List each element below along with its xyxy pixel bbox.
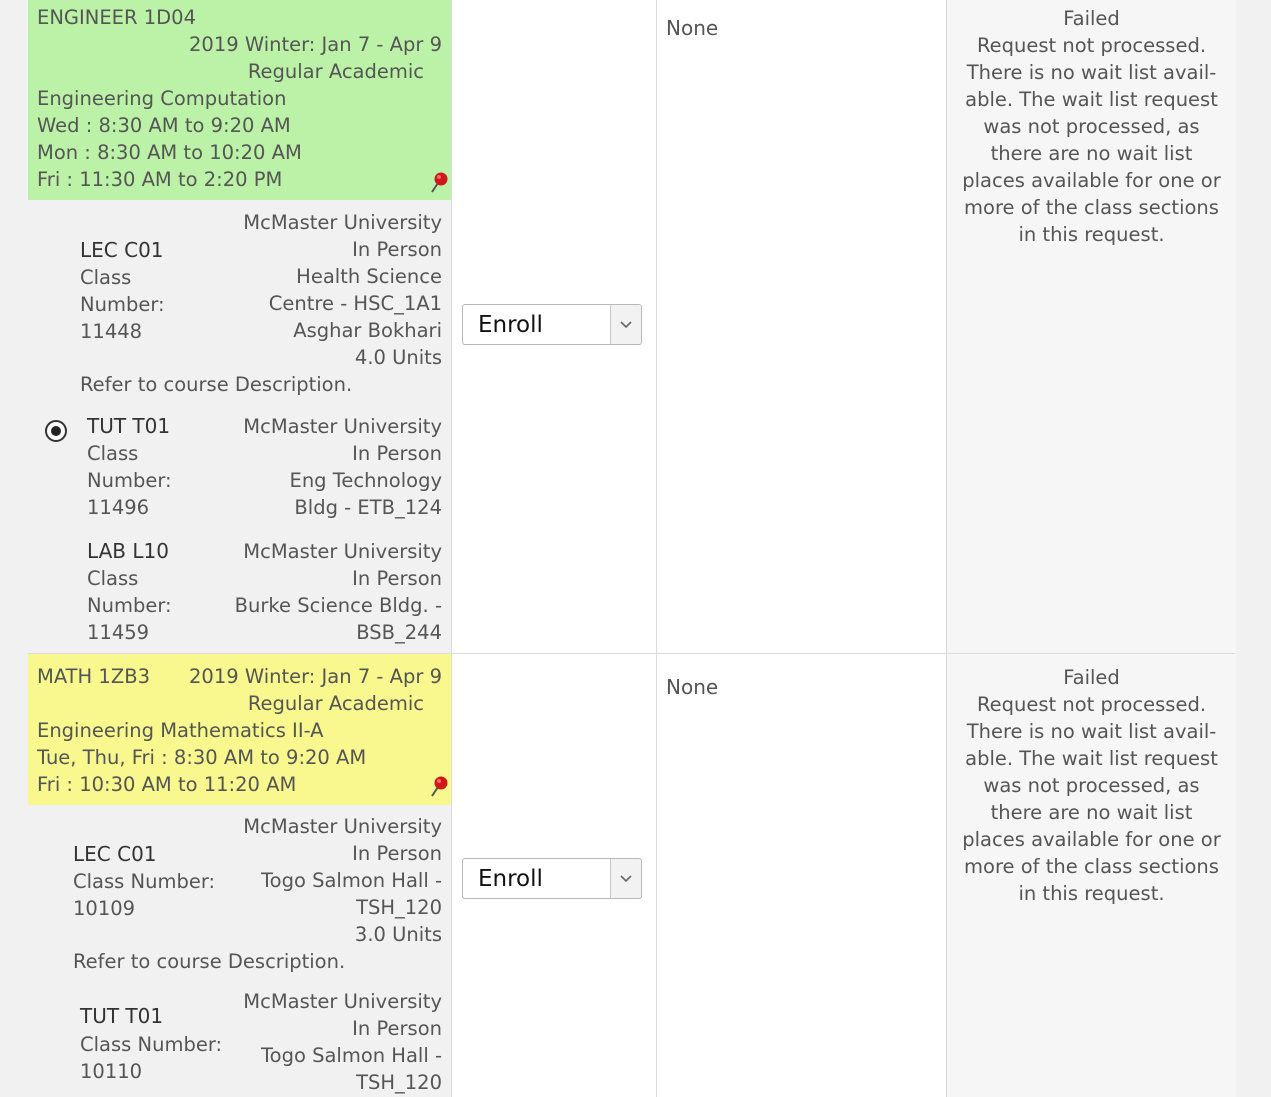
course-career: Regular Academic (247, 60, 424, 83)
delivery-mode: In Person (352, 567, 442, 590)
class-number: 10109 (73, 897, 136, 920)
status-line: there are no wait list (990, 801, 1193, 824)
location: BSB_244 (356, 621, 442, 644)
waitlist-cell: None (656, 0, 946, 653)
status-line: able. The wait list request (965, 747, 1218, 770)
location: Togo Salmon Hall - (261, 869, 442, 892)
course-code: MATH 1ZB3 (37, 665, 150, 688)
status-line: more of the class sections (964, 196, 1219, 219)
class-number-label: Number: (80, 293, 165, 316)
status-title: Failed (1063, 7, 1120, 30)
location: Togo Salmon Hall - (261, 1044, 442, 1067)
course-code: ENGINEER 1D04 (37, 6, 196, 29)
course-title: Engineering Computation (37, 87, 287, 110)
instructor: Asghar Bokhari (293, 319, 442, 342)
status-line: able. The wait list request (965, 88, 1218, 111)
meeting-time: Fri : 11:30 AM to 2:20 PM (37, 168, 283, 191)
class-number: 11496 (87, 496, 150, 519)
class-number-label: Class Number: (73, 870, 216, 893)
class-number: 11459 (87, 621, 150, 644)
status-line: There is no wait list avail- (966, 720, 1217, 743)
location: Burke Science Bldg. - (234, 594, 442, 617)
institution: McMaster University (243, 540, 442, 563)
course-details-cell: ENGINEER 1D04 2019 Winter: Jan 7 - Apr 9… (28, 0, 451, 653)
meeting-time: Tue, Thu, Fri : 8:30 AM to 9:20 AM (37, 746, 367, 769)
course-header: MATH 1ZB3 2019 Winter: Jan 7 - Apr 9 Reg… (28, 654, 451, 805)
class-number-label: Class (87, 567, 139, 590)
course-header: ENGINEER 1D04 2019 Winter: Jan 7 - Apr 9… (28, 0, 451, 200)
course-career: Regular Academic (247, 692, 424, 715)
units: 4.0 Units (354, 346, 442, 369)
delivery-mode: In Person (352, 1017, 442, 1040)
status-line: Request not processed. (976, 693, 1207, 716)
action-select[interactable]: Enroll (462, 304, 642, 345)
course-row: MATH 1ZB3 2019 Winter: Jan 7 - Apr 9 Reg… (28, 654, 1236, 1097)
institution: McMaster University (243, 815, 442, 838)
status-line: in this request. (1018, 882, 1165, 905)
waitlist-cell: None (656, 654, 946, 1097)
units: 3.0 Units (354, 923, 442, 946)
waitlist-value: None (666, 675, 719, 699)
action-cell: Enroll (451, 654, 656, 1097)
status-title: Failed (1063, 666, 1120, 689)
pin-icon[interactable] (429, 170, 449, 194)
course-title: Engineering Mathematics II-A (37, 719, 324, 742)
status-line: was not processed, as (983, 115, 1200, 138)
status-line: places available for one or (962, 828, 1221, 851)
class-number: 11448 (80, 320, 143, 343)
status-line: Request not processed. (976, 34, 1207, 57)
status-message: Failed Request not processed. There is n… (947, 5, 1236, 248)
waitlist-value: None (666, 16, 719, 40)
section-name: LEC C01 (80, 238, 164, 262)
status-cell: Failed Request not processed. There is n… (946, 654, 1236, 1097)
delivery-mode: In Person (352, 442, 442, 465)
course-details-cell: MATH 1ZB3 2019 Winter: Jan 7 - Apr 9 Reg… (28, 654, 451, 1097)
section-note: Refer to course Description. (80, 373, 353, 396)
class-number-label: Number: (87, 594, 172, 617)
section-name: LAB L10 (87, 539, 169, 563)
status-line: there are no wait list (990, 142, 1193, 165)
class-number-label: Class (87, 442, 139, 465)
delivery-mode: In Person (352, 238, 442, 261)
meeting-time: Wed : 8:30 AM to 9:20 AM (37, 114, 291, 137)
location: Health Science (296, 265, 442, 288)
location: Eng Technology (289, 469, 443, 492)
location: Bldg - ETB_124 (294, 496, 442, 519)
action-select-value: Enroll (478, 866, 543, 892)
chevron-down-icon[interactable] (610, 859, 641, 898)
status-line: was not processed, as (983, 774, 1200, 797)
delivery-mode: In Person (352, 842, 442, 865)
action-cell: Enroll (451, 0, 656, 653)
institution: McMaster University (243, 415, 442, 438)
course-row: ENGINEER 1D04 2019 Winter: Jan 7 - Apr 9… (28, 0, 1236, 653)
class-number: 10110 (80, 1060, 143, 1083)
class-number-label: Class Number: (80, 1033, 223, 1056)
status-line: places available for one or (962, 169, 1221, 192)
section-name: TUT T01 (87, 414, 171, 438)
institution: McMaster University (243, 211, 442, 234)
institution: McMaster University (243, 990, 442, 1013)
section-note: Refer to course Description. (73, 950, 346, 973)
meeting-time: Fri : 10:30 AM to 11:20 AM (37, 773, 297, 796)
chevron-down-icon[interactable] (610, 305, 641, 344)
status-message: Failed Request not processed. There is n… (947, 664, 1236, 907)
section-name: TUT T01 (80, 1004, 164, 1028)
section-name: LEC C01 (73, 842, 157, 866)
class-number-label: Number: (87, 469, 172, 492)
action-select-value: Enroll (478, 312, 543, 338)
location: TSH_120 (356, 1071, 442, 1094)
location: Centre - HSC_1A1 (268, 292, 442, 315)
section-radio[interactable] (45, 420, 67, 442)
status-line: more of the class sections (964, 855, 1219, 878)
status-line: in this request. (1018, 223, 1165, 246)
course-term: 2019 Winter: Jan 7 - Apr 9 (189, 665, 442, 688)
pin-icon[interactable] (429, 774, 449, 798)
status-cell: Failed Request not processed. There is n… (946, 0, 1236, 653)
status-line: There is no wait list avail- (966, 61, 1217, 84)
meeting-time: Mon : 8:30 AM to 10:20 AM (37, 141, 302, 164)
course-term: 2019 Winter: Jan 7 - Apr 9 (189, 33, 442, 56)
action-select[interactable]: Enroll (462, 858, 642, 899)
class-number-label: Class (80, 266, 132, 289)
location: TSH_120 (356, 896, 442, 919)
